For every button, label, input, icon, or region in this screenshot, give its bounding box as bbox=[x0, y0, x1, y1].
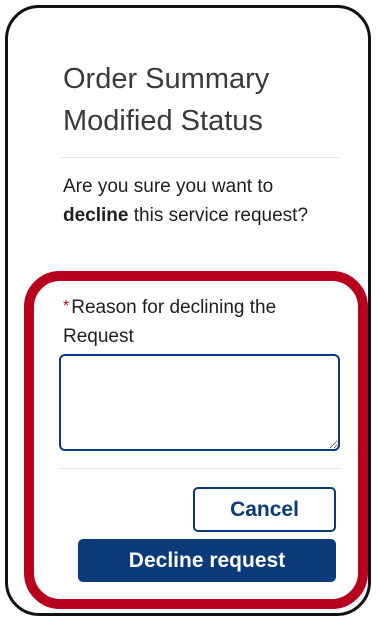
reason-label-text: Reason for declining the Request bbox=[63, 297, 277, 347]
header-divider bbox=[60, 157, 340, 158]
confirmation-question: Are you sure you want to decline this se… bbox=[63, 172, 333, 230]
decline-request-button[interactable]: Decline request bbox=[78, 539, 336, 582]
dialog-title-line-1: Order Summary bbox=[63, 63, 270, 95]
dialog-title-line-2: Modified Status bbox=[63, 105, 263, 137]
footer-divider bbox=[60, 468, 340, 469]
reason-textarea[interactable] bbox=[59, 354, 340, 451]
question-suffix: this service request? bbox=[128, 205, 309, 226]
reason-field-label: * Reason for declining the Request bbox=[63, 292, 343, 351]
screen: Order Summary Modified Status Are you su… bbox=[0, 0, 378, 622]
question-emphasis: decline bbox=[63, 205, 129, 226]
cancel-button[interactable]: Cancel bbox=[193, 487, 336, 532]
required-asterisk: * bbox=[63, 298, 70, 315]
question-prefix: Are you sure you want to bbox=[63, 176, 274, 197]
dialog-title: Order Summary Modified Status bbox=[63, 58, 343, 142]
